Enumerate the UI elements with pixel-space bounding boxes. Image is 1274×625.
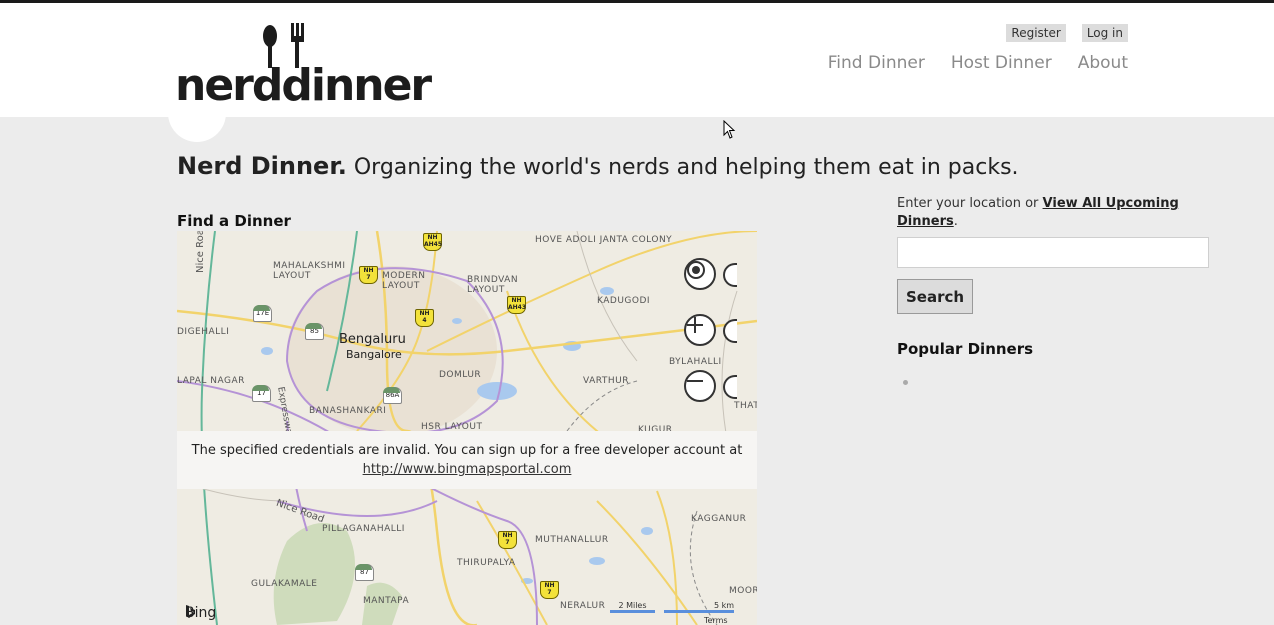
area-label: MODERN LAYOUT	[382, 271, 426, 291]
area-label: KADUGODI	[597, 296, 651, 306]
area-label: THAT	[734, 401, 757, 411]
road-shield: 87	[355, 564, 374, 581]
area-label: BANASHANKARI	[309, 406, 387, 416]
nav-host-dinner[interactable]: Host Dinner	[951, 53, 1052, 73]
highway-shield: NH 7	[359, 266, 378, 284]
area-label: BYLAHALLI	[669, 357, 722, 367]
location-prompt: Enter your location or View All Upcoming…	[897, 195, 1209, 231]
area-label: DOMLUR	[439, 370, 482, 380]
road-shield: 17E	[253, 305, 272, 322]
area-label: NERALUR	[560, 601, 606, 611]
credentials-message: The specified credentials are invalid. Y…	[191, 443, 743, 458]
target-icon	[687, 261, 705, 279]
prompt-period: .	[953, 214, 958, 229]
area-label: MUTHANALLUR	[535, 535, 609, 545]
zoom-in-button[interactable]	[684, 314, 716, 346]
register-link[interactable]: Register	[1006, 24, 1066, 42]
bing-icon	[186, 605, 195, 618]
search-sidebar: Enter your location or View All Upcoming…	[897, 195, 1209, 385]
nerddinner-logo[interactable]: nerddinner	[175, 23, 432, 113]
road-label: Nice Road	[195, 231, 206, 273]
area-label: KAGGANUR	[691, 514, 747, 524]
locate-me-button[interactable]	[684, 258, 716, 290]
road-shield: 17	[252, 385, 271, 402]
area-label: DIGEHALLI	[177, 327, 230, 337]
loading-dot	[903, 380, 908, 385]
scale-miles: 2 Miles	[610, 601, 655, 613]
highway-shield: NH AH43	[507, 296, 526, 314]
nav-about[interactable]: About	[1078, 53, 1128, 73]
main-nav: Find Dinner Host Dinner About	[828, 53, 1128, 73]
mouse-cursor-icon	[723, 120, 736, 139]
nav-find-dinner[interactable]: Find Dinner	[828, 53, 925, 73]
area-label: LAPAL NAGAR	[177, 376, 245, 386]
search-button[interactable]: Search	[897, 279, 974, 314]
credentials-error-banner: The specified credentials are invalid. Y…	[177, 431, 757, 489]
page-tagline: Nerd Dinner. Organizing the world's nerd…	[177, 152, 1019, 180]
area-label: MAHALAKSHMI LAYOUT	[273, 261, 346, 281]
zoom-out-button[interactable]	[684, 370, 716, 402]
terms-link[interactable]: Terms	[704, 616, 728, 625]
map[interactable]: HOVE ADOLI JANTA COLONY MAHALAKSHMI LAYO…	[177, 231, 757, 625]
area-label: GULAKAMALE	[251, 579, 318, 589]
area-label: BRINDVAN LAYOUT	[467, 275, 519, 295]
site-header: nerddinner Register Log in Find Dinner H…	[0, 3, 1274, 117]
bing-maps-portal-link[interactable]: http://www.bingmapsportal.com	[363, 462, 572, 477]
area-label: HOVE ADOLI JANTA COLONY	[535, 235, 673, 245]
highway-shield: NH 7	[498, 531, 517, 549]
highway-shield: NH 4	[415, 309, 434, 327]
highway-shield: NH AH45	[423, 233, 442, 251]
road-shield: 85	[305, 323, 324, 340]
tagline-text: Organizing the world's nerds and helping…	[346, 155, 1019, 180]
find-dinner-heading: Find a Dinner	[177, 212, 291, 230]
area-label: PILLAGANAHALLI	[322, 524, 405, 534]
area-label: MOOR	[729, 586, 757, 596]
login-link[interactable]: Log in	[1081, 24, 1128, 42]
bing-logo[interactable]: Bing	[185, 605, 216, 621]
scale-km: 5 km	[664, 601, 734, 613]
logo-tab	[168, 110, 226, 142]
tagline-title: Nerd Dinner.	[177, 152, 347, 180]
minus-icon	[687, 380, 703, 382]
area-label: THIRUPALYA	[457, 558, 516, 568]
logo-text: nerddinner	[175, 60, 432, 111]
login-links: Register Log in	[1006, 24, 1128, 42]
plus-icon	[687, 317, 703, 333]
area-label: VARTHUR	[583, 376, 629, 386]
highway-shield: NH 7	[540, 581, 559, 599]
city-label-alt: Bangalore	[346, 348, 402, 361]
location-search-input[interactable]	[897, 237, 1209, 268]
city-label: Bengaluru	[339, 332, 406, 347]
popular-dinners-heading: Popular Dinners	[897, 340, 1034, 358]
road-shield: 86A	[383, 387, 402, 404]
location-prompt-text: Enter your location or	[897, 196, 1043, 211]
area-label: MANTAPA	[363, 596, 410, 606]
